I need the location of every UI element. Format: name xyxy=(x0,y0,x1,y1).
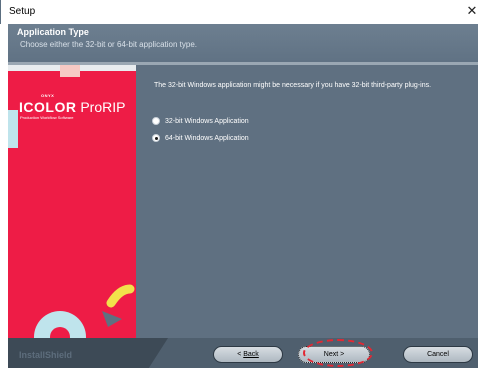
option-32bit-label: 32-bit Windows Application xyxy=(165,117,249,125)
window-title: Setup xyxy=(9,6,36,17)
next-button[interactable]: Next > xyxy=(298,346,370,363)
dialog-content: ONYX ICOLOR ProRIP Production Workflow S… xyxy=(8,65,478,338)
installshield-logo: InstallShield xyxy=(19,350,73,360)
page-title: Application Type xyxy=(17,27,89,37)
dialog-footer: InstallShield < Back Next > Cancel xyxy=(8,338,478,368)
option-64bit[interactable]: 64-bit Windows Application xyxy=(152,132,249,144)
radio-unchecked-icon[interactable] xyxy=(152,117,160,125)
option-32bit[interactable]: 32-bit Windows Application xyxy=(152,115,249,127)
radio-checked-icon[interactable] xyxy=(152,134,160,142)
product-banner: ONYX ICOLOR ProRIP Production Workflow S… xyxy=(8,65,136,338)
info-message: The 32-bit Windows application might be … xyxy=(154,82,432,89)
back-button[interactable]: < Back xyxy=(213,346,283,363)
banner-decoration-shapes xyxy=(34,284,135,338)
window-titlebar: Setup ✕ xyxy=(0,0,486,24)
back-button-label: Back xyxy=(243,351,259,358)
page-subtitle: Choose either the 32-bit or 64-bit appli… xyxy=(20,40,197,49)
option-64bit-label: 64-bit Windows Application xyxy=(165,134,249,142)
cancel-button[interactable]: Cancel xyxy=(403,346,473,363)
close-icon[interactable]: ✕ xyxy=(464,3,480,19)
dialog-header: Application Type Choose either the 32-bi… xyxy=(8,24,478,62)
